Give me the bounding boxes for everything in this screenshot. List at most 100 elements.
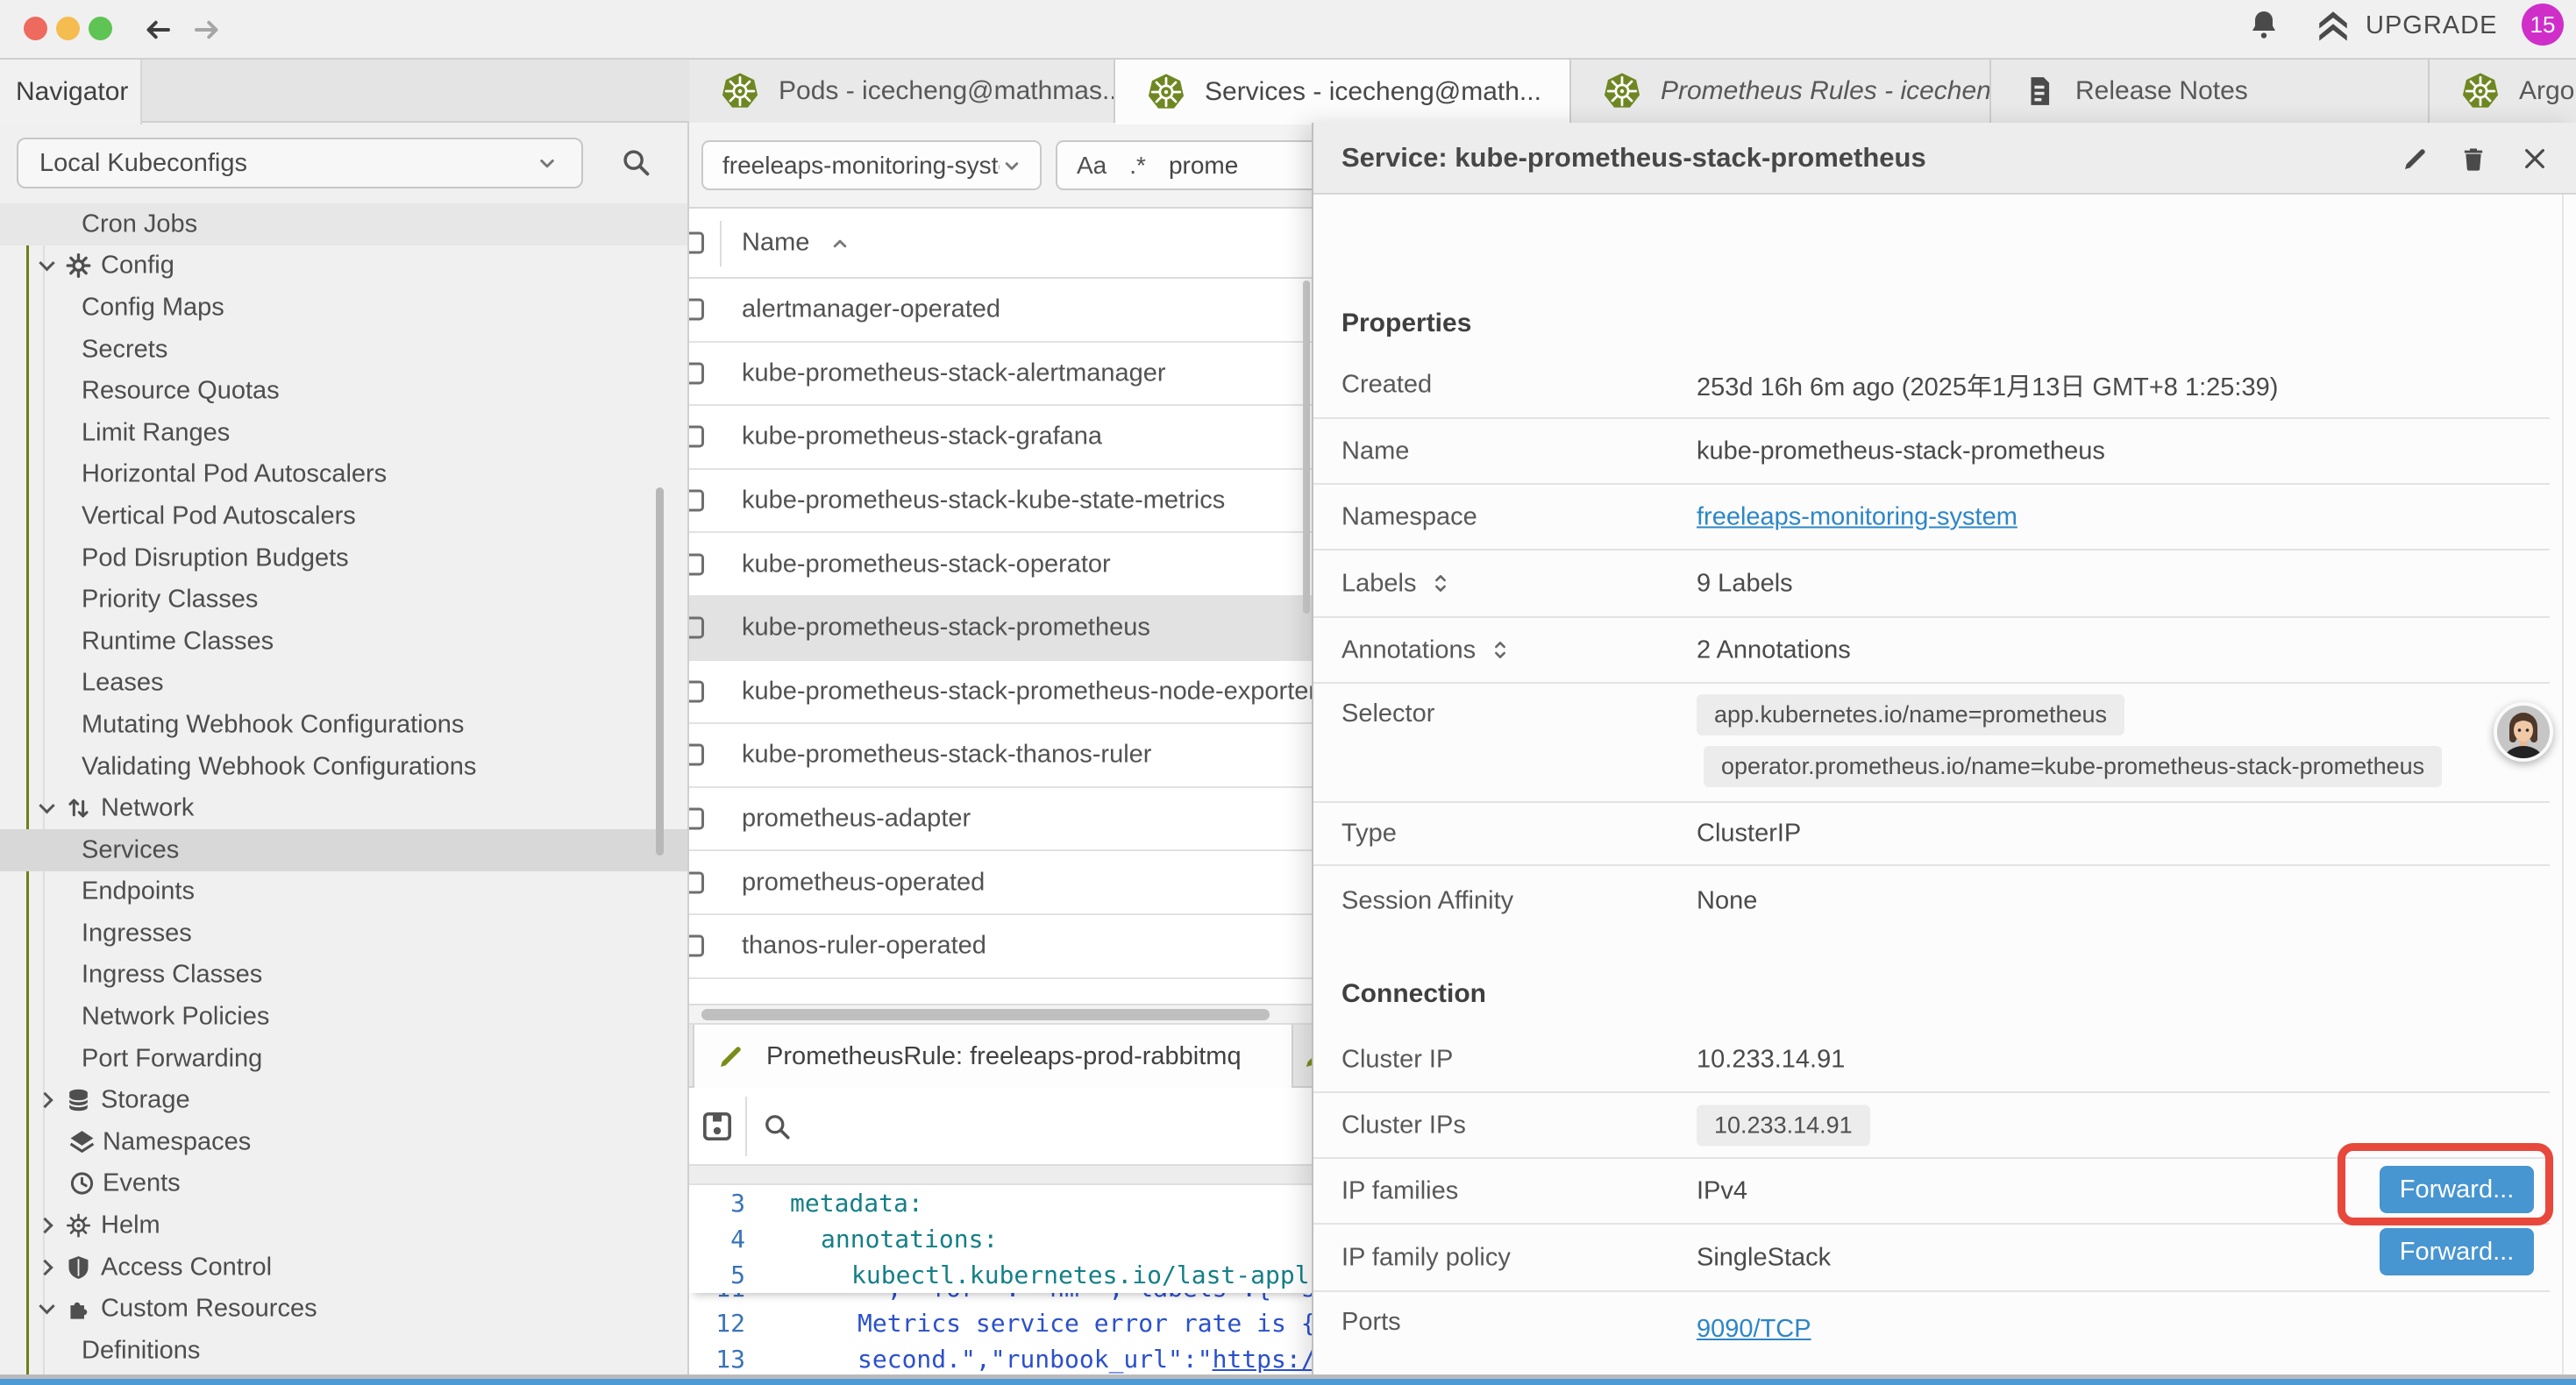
sidebar-tree-item[interactable]: Port Forwarding (0, 1038, 689, 1080)
port-link[interactable]: 9090/TCP (1697, 1315, 1811, 1344)
tree-chevron-icon[interactable] (39, 255, 54, 271)
tree-chevron-icon[interactable] (37, 1218, 53, 1233)
sidebar-tree-item[interactable]: Services (0, 829, 689, 871)
save-icon[interactable] (700, 1109, 735, 1144)
sidebar-tree-item[interactable]: Secrets (0, 329, 689, 371)
tab-services[interactable]: Services - icecheng@math... (1115, 60, 1571, 124)
navigator-tab[interactable]: Navigator (0, 60, 142, 124)
sidebar-tree-item[interactable]: Vertical Pod Autoscalers (0, 495, 689, 537)
list-scrollbar-thumb[interactable] (1303, 281, 1310, 614)
tree-chevron-icon[interactable] (37, 1259, 53, 1275)
sidebar-tree-item[interactable]: Network Policies (0, 996, 689, 1038)
sidebar-tree-item[interactable]: Namespaces (0, 1121, 689, 1163)
tree-chevron-icon[interactable] (39, 798, 54, 813)
table-row[interactable]: kube-prometheus-stack-thanos-ruler (689, 724, 1312, 788)
close-panel-icon[interactable] (2521, 145, 2549, 173)
row-checkbox[interactable] (689, 871, 704, 893)
zoom-window-button[interactable] (89, 17, 112, 40)
table-row[interactable]: kube-prometheus-stack-prometheus (689, 597, 1312, 661)
forward-port-button[interactable]: Forward... (2380, 1228, 2534, 1275)
expand-collapse-icon[interactable] (1488, 638, 1512, 663)
table-row[interactable]: alertmanager-operated (689, 279, 1312, 343)
sidebar-tree-item[interactable]: Cron Jobs (0, 203, 689, 245)
table-row[interactable]: kube-prometheus-stack-alertmanager (689, 343, 1312, 407)
row-checkbox[interactable] (689, 362, 704, 384)
sidebar-tree-item[interactable]: Leases (0, 663, 689, 705)
tab-release-notes[interactable]: Release Notes (1991, 60, 2430, 123)
sidebar-tree-item[interactable]: Resource Quotas (0, 370, 689, 412)
table-row[interactable]: kube-prometheus-stack-operator (689, 533, 1312, 597)
back-button[interactable] (142, 14, 174, 46)
tree-chevron-icon[interactable] (37, 1092, 53, 1108)
sidebar-tree-item[interactable]: Config Maps (0, 287, 689, 329)
search-icon[interactable] (619, 146, 652, 179)
delete-icon[interactable] (2459, 145, 2487, 173)
user-avatar[interactable] (2494, 702, 2553, 762)
sidebar-tree-item[interactable]: Helm (0, 1204, 689, 1246)
sidebar-tree-item[interactable]: Access Control (0, 1246, 689, 1289)
sidebar-tree-item[interactable]: Validating Webhook Configurations (0, 746, 689, 788)
sidebar-tree-item[interactable]: Runtime Classes (0, 621, 689, 663)
table-row[interactable]: thanos-ruler-operated (689, 915, 1312, 979)
row-checkbox[interactable] (689, 553, 704, 575)
row-checkbox[interactable] (689, 617, 704, 639)
row-checkbox[interactable] (689, 935, 704, 957)
notification-count-badge[interactable]: 15 (2522, 4, 2564, 46)
edit-icon[interactable] (2402, 145, 2430, 173)
kubeconfig-selector[interactable]: Local Kubeconfigs (17, 138, 583, 188)
tab-pods[interactable]: Pods - icecheng@mathmas... (689, 60, 1115, 123)
sidebar-tree-item[interactable]: Ingresses (0, 913, 689, 955)
row-checkbox[interactable] (689, 426, 704, 448)
row-checkbox[interactable] (689, 808, 704, 830)
sidebar-tree-item[interactable]: Events (0, 1163, 689, 1205)
table-row[interactable]: prometheus-operated (689, 851, 1312, 915)
sidebar-tree-item[interactable]: Mutating Webhook Configurations (0, 704, 689, 746)
horizontal-scrollbar[interactable] (689, 1004, 1312, 1025)
sidebar-tree-item[interactable]: Config (0, 245, 689, 288)
sidebar-tree-item[interactable]: Definitions (0, 1330, 689, 1372)
row-checkbox[interactable] (689, 490, 704, 512)
navigator-scrollbar-thumb[interactable] (656, 487, 664, 856)
table-row[interactable]: prometheus-adapter (689, 788, 1312, 852)
editor-search-icon[interactable] (761, 1111, 793, 1142)
sidebar-tree-item[interactable]: Network (0, 787, 689, 829)
row-checkbox[interactable] (689, 744, 704, 766)
match-case-toggle[interactable]: Aa (1077, 152, 1107, 180)
notifications-bell-icon[interactable] (2246, 7, 2281, 42)
name-column-header[interactable]: Name (742, 229, 809, 258)
expand-collapse-icon[interactable] (1428, 572, 1453, 596)
sidebar-tree-item[interactable]: Endpoints (0, 871, 689, 913)
forward-button[interactable] (191, 14, 223, 46)
tree-chevron-icon[interactable] (39, 1298, 54, 1314)
list-search-input[interactable]: Aa .* prome (1056, 140, 1312, 190)
sidebar-tree-item[interactable]: Custom Resources (0, 1288, 689, 1330)
horizontal-scrollbar-thumb[interactable] (701, 1009, 1270, 1020)
tree-item-label: Mutating Webhook Configurations (82, 710, 464, 739)
table-row[interactable]: kube-prometheus-stack-prometheus-node-ex… (689, 661, 1312, 725)
editor-tab-prometheusrule[interactable]: PrometheusRule: freeleaps-prod-rabbitmq (693, 1025, 1293, 1088)
sidebar-tree-item[interactable]: Ingress Classes (0, 955, 689, 997)
upgrade-button[interactable]: UPGRADE (2315, 5, 2497, 46)
table-row[interactable]: kube-prometheus-stack-grafana (689, 406, 1312, 470)
close-window-button[interactable] (24, 17, 47, 40)
select-all-checkbox[interactable] (689, 232, 704, 254)
sidebar-tree-item[interactable]: Storage (0, 1079, 689, 1121)
regex-toggle[interactable]: .* (1129, 152, 1146, 180)
minimize-window-button[interactable] (56, 17, 80, 40)
sidebar-tree-item[interactable]: Horizontal Pod Autoscalers (0, 454, 689, 496)
forward-port-button[interactable]: Forward... (2380, 1166, 2534, 1213)
sort-ascending-icon[interactable] (828, 231, 852, 256)
table-row[interactable]: kube-prometheus-stack-kube-state-metrics (689, 470, 1312, 534)
namespace-filter-dropdown[interactable]: freeleaps-monitoring-system (701, 140, 1042, 190)
namespace-link[interactable]: freeleaps-monitoring-system (1697, 502, 2017, 531)
sidebar-tree-item[interactable]: Limit Ranges (0, 412, 689, 454)
sidebar-tree-item[interactable]: Priority Classes (0, 579, 689, 621)
row-checkbox[interactable] (689, 299, 704, 321)
tab-prometheus-rules[interactable]: Prometheus Rules - icecheng... (1571, 60, 1991, 123)
yaml-editor[interactable]: 3 metadata: 4 annotations: 5 kubectl.kub… (689, 1185, 1312, 1385)
code-link[interactable]: https://net (1213, 1345, 1312, 1374)
row-checkbox[interactable] (689, 680, 704, 702)
tab-argo[interactable]: Argo Se (2430, 60, 2576, 123)
sidebar-tree-item[interactable]: Pod Disruption Budgets (0, 537, 689, 579)
detail-scrollbar-track[interactable] (2562, 195, 2564, 1385)
